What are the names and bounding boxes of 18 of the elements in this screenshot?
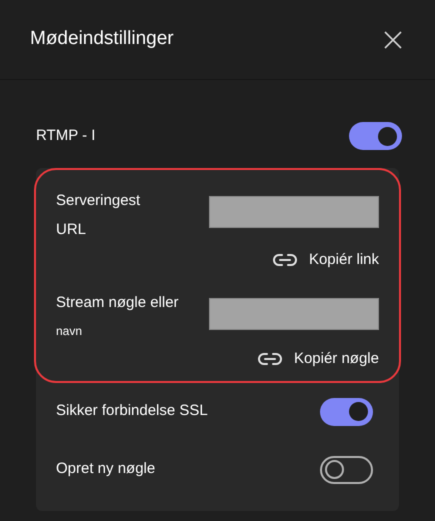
field-label: URL	[56, 220, 88, 240]
toggle-switch[interactable]	[349, 122, 402, 150]
link-icon	[258, 352, 282, 366]
copy-link-button[interactable]: Kopiér nøgle	[258, 348, 379, 370]
dialog-title: Mødeindstillinger	[30, 27, 174, 52]
rtmp-label: RTMP - I	[36, 126, 96, 146]
copy-link-button[interactable]: Kopiér link	[272, 249, 379, 272]
toggle-switch[interactable]	[320, 456, 373, 484]
field-label: navn	[56, 323, 84, 340]
link-icon	[272, 253, 297, 268]
toggle-switch[interactable]	[320, 398, 373, 426]
text-field[interactable]	[209, 298, 379, 330]
toggle-label: Opret ny nøgle	[56, 459, 156, 480]
close-icon	[383, 30, 403, 50]
text-field[interactable]	[209, 196, 379, 228]
field-label: Stream nøgle eller	[56, 292, 179, 312]
toggle-label: Sikker forbindelse SSL	[56, 401, 208, 422]
field-label: Serveringest	[56, 191, 140, 211]
